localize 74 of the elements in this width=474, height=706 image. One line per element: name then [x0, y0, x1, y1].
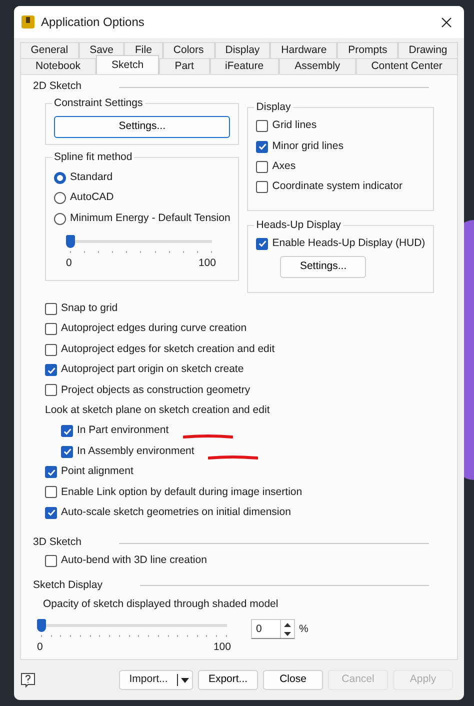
checkbox-label[interactable]: Minor grid lines: [272, 138, 344, 154]
checkbox[interactable]: [61, 446, 73, 458]
checkbox-label[interactable]: Point alignment: [61, 464, 134, 480]
radio-label[interactable]: Standard: [70, 170, 113, 186]
spin-field[interactable]: 0: [251, 619, 295, 640]
radio-label[interactable]: AutoCAD: [70, 190, 114, 206]
tab[interactable]: Part: [159, 58, 210, 74]
checkbox-label[interactable]: In Assembly environment: [77, 444, 194, 460]
unit-label: %: [299, 622, 308, 638]
settings-button[interactable]: Settings...: [54, 116, 230, 138]
checkbox-label[interactable]: Autoproject edges during curve creation: [61, 321, 247, 338]
checkbox-label[interactable]: Auto-bend with 3D line creation: [61, 553, 207, 570]
section-title: Sketch Display: [33, 578, 102, 593]
tab[interactable]: Hardware: [270, 42, 338, 58]
tab[interactable]: iFeature: [210, 58, 280, 74]
checkbox[interactable]: [45, 506, 57, 519]
dialog-button[interactable]: Export...: [198, 670, 258, 690]
checkbox-label[interactable]: Enable Link option by default during image insertion: [61, 484, 302, 500]
checkbox[interactable]: [256, 160, 268, 173]
checkbox[interactable]: [256, 181, 268, 194]
group-title: Spline fit method: [52, 150, 134, 166]
checkbox[interactable]: [45, 323, 57, 336]
slider-max-label: 100: [213, 640, 231, 656]
checkbox-label[interactable]: Enable Heads-Up Display (HUD): [272, 236, 426, 252]
checkbox-label[interactable]: Coordinate system indicator: [272, 179, 402, 196]
tab[interactable]: Display: [214, 42, 270, 58]
checkbox[interactable]: [61, 425, 73, 438]
split-button[interactable]: Import...: [119, 670, 193, 690]
checkbox[interactable]: [45, 302, 57, 315]
tab[interactable]: Prompts: [337, 42, 398, 58]
checkbox-label[interactable]: In Part environment: [77, 423, 169, 440]
checkbox[interactable]: [45, 555, 57, 568]
checkbox-label[interactable]: Project objects as construction geometry: [61, 382, 250, 398]
slider-thumb[interactable]: [66, 234, 75, 248]
checkbox-label[interactable]: Axes: [272, 159, 296, 175]
radio-label[interactable]: Minimum Energy - Default Tension: [70, 210, 230, 227]
tab[interactable]: Content Center: [356, 58, 458, 74]
checkbox[interactable]: [45, 364, 57, 376]
option-group-label: Look at sketch plane on sketch creation and edit: [45, 402, 270, 418]
tab[interactable]: Sketch: [96, 55, 160, 74]
tab[interactable]: Colors: [162, 42, 214, 58]
checkbox[interactable]: [45, 344, 57, 356]
radio-button[interactable]: [54, 192, 66, 204]
radio-button[interactable]: [54, 212, 66, 225]
spin-down-icon[interactable]: [281, 629, 294, 638]
checkbox[interactable]: [45, 384, 57, 396]
help-icon[interactable]: [20, 672, 36, 688]
checkbox[interactable]: [256, 120, 268, 132]
slider-thumb[interactable]: [37, 619, 46, 632]
checkbox[interactable]: [256, 140, 268, 153]
section-title: 3D Sketch: [33, 535, 82, 550]
checkbox-label[interactable]: Autoproject part origin on sketch create: [61, 362, 244, 378]
tab[interactable]: Notebook: [20, 58, 96, 74]
settings-button[interactable]: Settings...: [280, 256, 366, 278]
checkbox-label[interactable]: Auto-scale sketch geometries on initial dimension: [61, 504, 291, 521]
slider-min-label: 0: [66, 256, 72, 271]
dialog-button[interactable]: Close: [263, 670, 323, 690]
group-title: Heads-Up Display: [254, 218, 343, 234]
slider-max-label: 100: [198, 256, 216, 271]
window-title: Application Options: [41, 14, 144, 31]
tab[interactable]: Assembly: [279, 58, 356, 74]
slider-min-label: 0: [37, 640, 43, 656]
checkbox-label[interactable]: Autoproject edges for sketch creation and edit: [61, 342, 275, 358]
checkbox[interactable]: [256, 238, 268, 250]
app-icon: [21, 15, 35, 29]
section-title: 2D Sketch: [33, 79, 82, 94]
slider-caption: Opacity of sketch displayed through shaded model: [43, 597, 280, 612]
radio-button[interactable]: [54, 172, 66, 184]
tab[interactable]: General: [20, 42, 79, 58]
checkbox[interactable]: [45, 486, 57, 498]
checkbox-label[interactable]: Snap to grid: [61, 301, 118, 317]
checkbox[interactable]: [45, 466, 57, 478]
tab[interactable]: Drawing: [398, 42, 458, 58]
checkbox-label[interactable]: Grid lines: [272, 118, 317, 134]
